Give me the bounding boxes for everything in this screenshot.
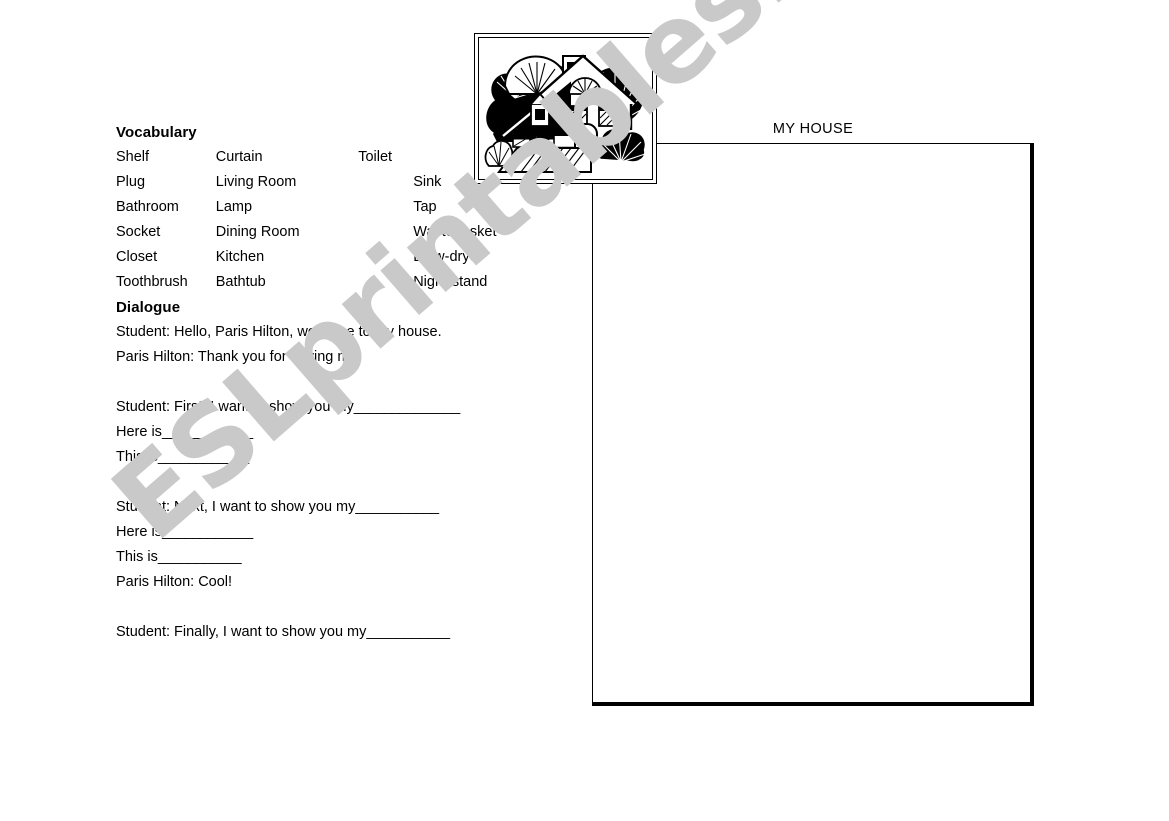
dialogue-line: Paris Hilton: Cool!: [116, 570, 536, 595]
table-row: Closet Kitchen Blow-dryer: [116, 245, 536, 270]
vocabulary-word: Blow-dryer: [413, 249, 483, 265]
dialogue-line: Student: Hello, Paris Hilton, welcome to…: [116, 320, 536, 345]
vocabulary-word: Lamp: [215, 199, 253, 215]
dialogue-spacer: [116, 595, 536, 620]
dialogue-text: Paris Hilton: Thank you for having me.: [116, 349, 362, 365]
answer-blank[interactable]: ____________: [162, 524, 253, 540]
vocabulary-word: Curtain: [215, 149, 263, 165]
dialogue-line: Student: Next, I want to show you my____…: [116, 495, 536, 520]
dialogue-spacer: [116, 470, 536, 495]
dialogue-text: Student: Finally, I want to show you my: [116, 624, 367, 640]
answer-blank[interactable]: ____________: [162, 424, 253, 440]
house-icon: [479, 38, 650, 177]
dialogue-line: Student: First, I want to show you my___…: [116, 395, 536, 420]
drawing-area-box[interactable]: [592, 143, 1034, 706]
answer-blank[interactable]: ______________: [354, 399, 460, 415]
vocabulary-word: Dining Room: [215, 224, 300, 240]
dialogue-line: Here is____________: [116, 520, 536, 545]
dialogue-line: Here is____________: [116, 420, 536, 445]
dialogue-text: Student: Next, I want to show you my: [116, 499, 356, 515]
vocabulary-word: Wastebasket: [413, 224, 497, 240]
vocabulary-word: Plug: [116, 174, 146, 190]
vocabulary-word: Kitchen: [215, 249, 265, 265]
vocabulary-table: Shelf Curtain Toilet Plug Living Room Si…: [116, 145, 536, 295]
dialogue-text: This is: [116, 449, 158, 465]
vocabulary-word: Bathtub: [215, 274, 266, 290]
answer-blank[interactable]: ___________: [355, 499, 439, 515]
table-row: Bathroom Lamp Tap: [116, 195, 536, 220]
vocabulary-word: Closet: [116, 249, 158, 265]
answer-blank[interactable]: ___________: [366, 624, 450, 640]
vocabulary-word: Bathroom: [116, 199, 179, 215]
drawing-area-inner[interactable]: [592, 143, 1031, 703]
dialogue-line: Paris Hilton: Thank you for having me.: [116, 345, 536, 370]
vocabulary-word: Toothbrush: [116, 274, 188, 290]
dialogue-line: This is___________: [116, 545, 536, 570]
dialogue-text: Student: First, I want to show you my: [116, 399, 354, 415]
dialogue-lines: Student: Hello, Paris Hilton, welcome to…: [116, 320, 536, 645]
dialogue-spacer: [116, 370, 536, 395]
answer-blank[interactable]: ___________: [158, 549, 242, 565]
table-row: Shelf Curtain Toilet: [116, 145, 536, 170]
dialogue-text: This is: [116, 549, 158, 565]
table-row: Toothbrush Bathtub Night-stand: [116, 270, 536, 295]
vocabulary-table-body: Shelf Curtain Toilet Plug Living Room Si…: [116, 145, 536, 295]
page-title: MY HOUSE: [772, 121, 854, 137]
house-clipart-frame: [478, 37, 653, 180]
worksheet-content: Vocabulary Shelf Curtain Toilet Plug Liv…: [116, 120, 536, 645]
dialogue-text: Student: Hello, Paris Hilton, welcome to…: [116, 324, 442, 340]
answer-blank[interactable]: ____________: [158, 449, 249, 465]
vocabulary-heading: Vocabulary: [116, 124, 197, 141]
vocabulary-word: Socket: [116, 224, 161, 240]
vocabulary-word: Living Room: [215, 174, 297, 190]
dialogue-line: This is____________: [116, 445, 536, 470]
vocabulary-word: Night-stand: [413, 274, 488, 290]
dialogue-text: Here is: [116, 424, 162, 440]
dialogue-text: Here is: [116, 524, 162, 540]
dialogue-line: Student: Finally, I want to show you my_…: [116, 620, 536, 645]
vocabulary-word: Tap: [413, 199, 437, 215]
dialogue-heading: Dialogue: [116, 299, 181, 316]
house-clipart-figure: [474, 33, 657, 184]
table-row: Socket Dining Room Wastebasket: [116, 220, 536, 245]
table-row: Plug Living Room Sink: [116, 170, 536, 195]
dialogue-text: Paris Hilton: Cool!: [116, 574, 233, 590]
vocabulary-word: Shelf: [116, 149, 150, 165]
